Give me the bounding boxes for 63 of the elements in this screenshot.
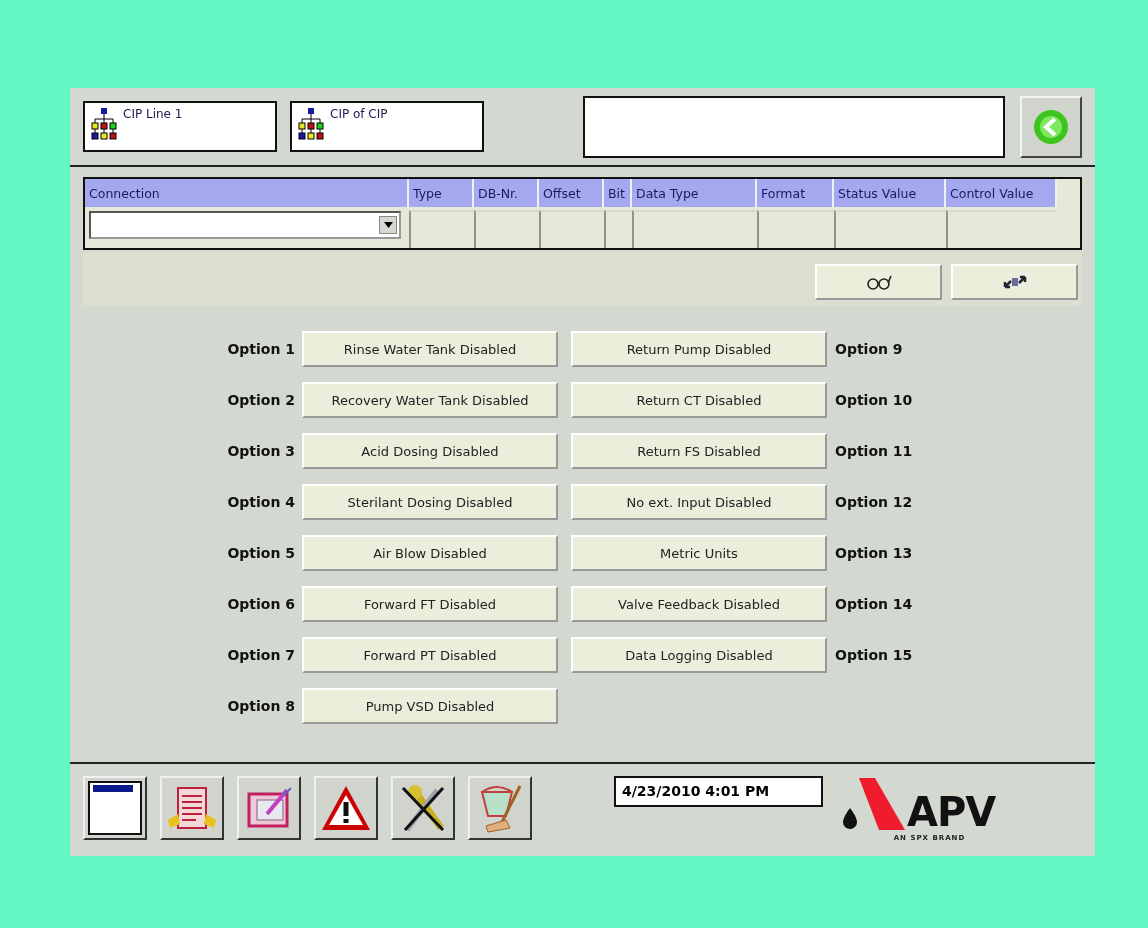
document-button[interactable] (160, 776, 224, 840)
option-label: Option 5 (226, 545, 296, 561)
back-button[interactable] (1020, 95, 1082, 158)
column-header: Format (757, 179, 834, 207)
option-button[interactable]: Valve Feedback Disabled (571, 586, 827, 622)
cleaning-button[interactable] (468, 776, 532, 840)
view-button[interactable] (815, 264, 942, 300)
resize-arrows-icon (1002, 275, 1027, 289)
option-label: Option 8 (226, 698, 296, 714)
hierarchy-icon (91, 107, 117, 141)
column-header: Data Type (632, 179, 757, 207)
option-button[interactable]: Return CT Disabled (571, 382, 827, 418)
option-button[interactable]: Return Pump Disabled (571, 331, 827, 367)
option-label: Option 4 (226, 494, 296, 510)
option-button[interactable]: Metric Units (571, 535, 827, 571)
logo-text: APV (907, 792, 996, 832)
column-header: Offset (539, 179, 604, 207)
glasses-icon (865, 274, 892, 290)
option-label: Option 10 (834, 392, 914, 408)
option-label: Option 9 (834, 341, 904, 357)
column-header: Control Value (946, 179, 1057, 207)
option-label: Option 7 (226, 647, 296, 663)
table-cell (604, 210, 632, 248)
nav-button[interactable]: CIP Line 1 (83, 101, 277, 152)
table-cell (474, 210, 539, 248)
option-label: Option 11 (834, 443, 914, 459)
option-button[interactable]: Pump VSD Disabled (302, 688, 558, 724)
option-label: Option 1 (226, 341, 296, 357)
option-button[interactable]: Air Blow Disabled (302, 535, 558, 571)
table-cell (539, 210, 604, 248)
window-icon (87, 780, 143, 836)
option-button[interactable]: Data Logging Disabled (571, 637, 827, 673)
table-cell (409, 210, 474, 248)
option-button[interactable]: Forward PT Disabled (302, 637, 558, 673)
connection-dropdown[interactable] (89, 211, 401, 239)
maintenance-button[interactable] (391, 776, 455, 840)
option-button[interactable]: Return FS Disabled (571, 433, 827, 469)
option-label: Option 2 (226, 392, 296, 408)
option-button[interactable]: No ext. Input Disabled (571, 484, 827, 520)
column-header: Connection (85, 179, 409, 207)
alarm-button[interactable] (314, 776, 378, 840)
column-header: Type (409, 179, 474, 207)
option-label: Option 3 (226, 443, 296, 459)
option-label: Option 15 (834, 647, 914, 663)
date-time: 4/23/2010 4:01 PM (614, 776, 823, 807)
option-label: Option 6 (226, 596, 296, 612)
nav-button[interactable]: CIP of CIP (290, 101, 484, 152)
column-header: Status Value (834, 179, 946, 207)
hierarchy-icon (298, 107, 324, 141)
option-button[interactable]: Rinse Water Tank Disabled (302, 331, 558, 367)
dropdown-caret-icon (383, 222, 393, 228)
option-button[interactable]: Forward FT Disabled (302, 586, 558, 622)
option-label: Option 12 (834, 494, 914, 510)
edit-button[interactable] (237, 776, 301, 840)
option-label: Option 14 (834, 596, 914, 612)
column-header: DB-Nr. (474, 179, 539, 207)
resize-button[interactable] (951, 264, 1078, 300)
window-button[interactable] (83, 776, 147, 840)
option-button[interactable]: Acid Dosing Disabled (302, 433, 558, 469)
column-header: Bit (604, 179, 632, 207)
option-button[interactable]: Sterilant Dosing Disabled (302, 484, 558, 520)
option-button[interactable]: Recovery Water Tank Disabled (302, 382, 558, 418)
option-label: Option 13 (834, 545, 914, 561)
